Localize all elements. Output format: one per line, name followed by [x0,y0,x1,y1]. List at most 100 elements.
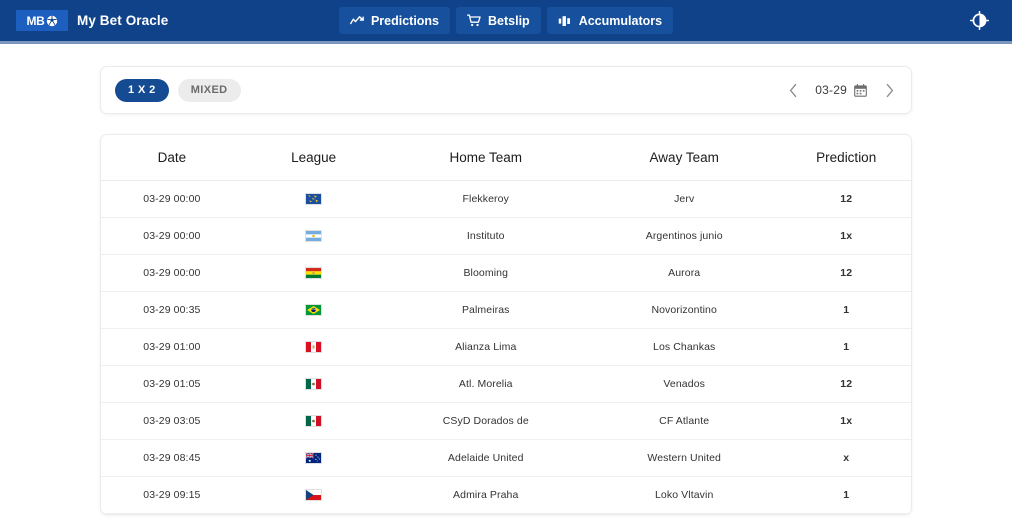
date-picker[interactable]: 03-29 [815,83,867,97]
cell-prediction: 1x [781,402,911,440]
table-row[interactable]: 03-29 00:00 Blooming Aurora 12 [101,254,911,292]
theme-toggle-button[interactable] [968,10,990,32]
flag-bolivia-icon [247,267,381,279]
cell-home-team: Flekkeroy [384,180,587,218]
cell-league [242,217,385,255]
column-header-prediction: Prediction [781,135,911,181]
soccer-ball-icon [46,15,57,26]
cell-league [242,291,385,329]
content-container: 1 X 2 MIXED 03-29 Date League Home Team … [100,41,912,515]
cell-prediction: 12 [781,365,911,403]
chevron-right-icon [886,83,893,97]
cell-date: 03-29 01:00 [101,328,243,366]
cell-home-team: Alianza Lima [384,328,587,366]
cell-away-team: Loko Vltavin [587,476,782,514]
table-body: 03-29 00:00 Flekkeroy Jerv 12 03-29 00:00 I… [101,180,911,514]
nav-predictions-label: Predictions [370,13,440,28]
cell-home-team: Adelaide United [384,439,587,477]
trend-line-icon [350,15,364,24]
table-row[interactable]: 03-29 00:00 Flekkeroy Jerv 12 [101,180,911,218]
column-header-league: League [242,135,385,181]
filter-tabs: 1 X 2 MIXED [115,78,241,102]
cell-away-team: Aurora [587,254,782,292]
date-value: 03-29 [815,83,847,97]
flag-czech-icon [247,489,381,501]
cell-league [242,254,385,292]
top-navbar: MB My Bet Oracle Predictions Betslip Acc… [0,0,1012,44]
cell-date: 03-29 09:15 [101,476,243,514]
cell-league [242,476,385,514]
flag-mexico-icon [247,378,381,390]
cell-date: 03-29 00:00 [101,180,243,218]
cell-away-team: Argentinos junio [587,217,782,255]
date-navigator: 03-29 [785,80,897,100]
page-body: 1 X 2 MIXED 03-29 Date League Home Team … [0,41,1012,519]
cell-prediction: x [781,439,911,477]
nav-links: Predictions Betslip Accumulators [338,7,674,34]
nav-accumulators-label: Accumulators [578,13,663,28]
cell-league [242,365,385,403]
chevron-left-icon [789,83,797,97]
cell-home-team: Admira Praha [384,476,587,514]
cell-prediction: 1 [781,328,911,366]
table-row[interactable]: 03-29 01:05 Atl. Morelia Venados 12 [101,365,911,403]
table-header-row: Date League Home Team Away Team Predicti… [101,135,911,181]
filter-tab-1x2[interactable]: 1 X 2 [115,78,169,102]
cell-away-team: Jerv [587,180,782,218]
cell-date: 03-29 00:00 [101,254,243,292]
date-next-button[interactable] [881,80,897,100]
table-row[interactable]: 03-29 00:35 Palmeiras Novorizontino 1 [101,291,911,329]
nav-betslip-button[interactable]: Betslip [456,7,541,34]
app-logo: MB [16,10,68,31]
table-row[interactable]: 03-29 00:00 Instituto Argentinos junio 1x [101,217,911,255]
half-moon-contrast-icon [969,11,989,30]
cell-league [242,439,385,477]
cell-prediction: 12 [781,254,911,292]
table-row[interactable]: 03-29 08:45 Adelaide United Western Unite… [101,439,911,477]
cell-home-team: Instituto [384,217,587,255]
cell-league [242,180,385,218]
predictions-table-card: Date League Home Team Away Team Predicti… [100,134,912,515]
toolbar-card: 1 X 2 MIXED 03-29 [100,66,912,114]
flag-peru-icon [247,341,381,353]
cell-home-team: CSyD Dorados de [384,402,587,440]
cell-date: 03-29 00:00 [101,217,243,255]
bar-chart-icon [558,15,570,26]
cell-home-team: Palmeiras [384,291,587,329]
cell-home-team: Blooming [384,254,587,292]
cell-away-team: Los Chankas [587,328,782,366]
nav-predictions-button[interactable]: Predictions [338,7,451,34]
nav-betslip-label: Betslip [488,13,530,28]
flag-mexico-icon [247,415,381,427]
cell-prediction: 1x [781,217,911,255]
cell-league [242,402,385,440]
cell-away-team: CF Atlante [587,402,782,440]
flag-argentina-icon [247,230,381,242]
cell-away-team: Novorizontino [587,291,782,329]
cell-date: 03-29 00:35 [101,291,243,329]
cell-away-team: Western United [587,439,782,477]
table-row[interactable]: 03-29 09:15 Admira Praha Loko Vltavin 1 [101,476,911,514]
table-head: Date League Home Team Away Team Predicti… [101,135,911,181]
logo-text: MB [26,13,45,28]
cell-league [242,328,385,366]
cell-prediction: 1 [781,291,911,329]
column-header-away-team: Away Team [587,135,782,181]
table-row[interactable]: 03-29 03:05 CSyD Dorados de CF Atlante 1x [101,402,911,440]
cell-date: 03-29 03:05 [101,402,243,440]
nav-accumulators-button[interactable]: Accumulators [546,7,674,34]
calendar-icon [854,83,867,97]
cell-date: 03-29 01:05 [101,365,243,403]
table-row[interactable]: 03-29 01:00 Alianza Lima Los Chankas 1 [101,328,911,366]
brand[interactable]: MB My Bet Oracle [16,10,168,31]
column-header-date: Date [101,135,243,181]
cell-prediction: 1 [781,476,911,514]
brand-name: My Bet Oracle [77,13,169,28]
filter-tab-mixed[interactable]: MIXED [177,78,241,102]
date-prev-button[interactable] [785,80,801,100]
predictions-table: Date League Home Team Away Team Predicti… [101,135,911,514]
cell-prediction: 12 [781,180,911,218]
column-header-home-team: Home Team [384,135,587,181]
cell-home-team: Atl. Morelia [384,365,587,403]
flag-brazil-icon [247,304,381,316]
